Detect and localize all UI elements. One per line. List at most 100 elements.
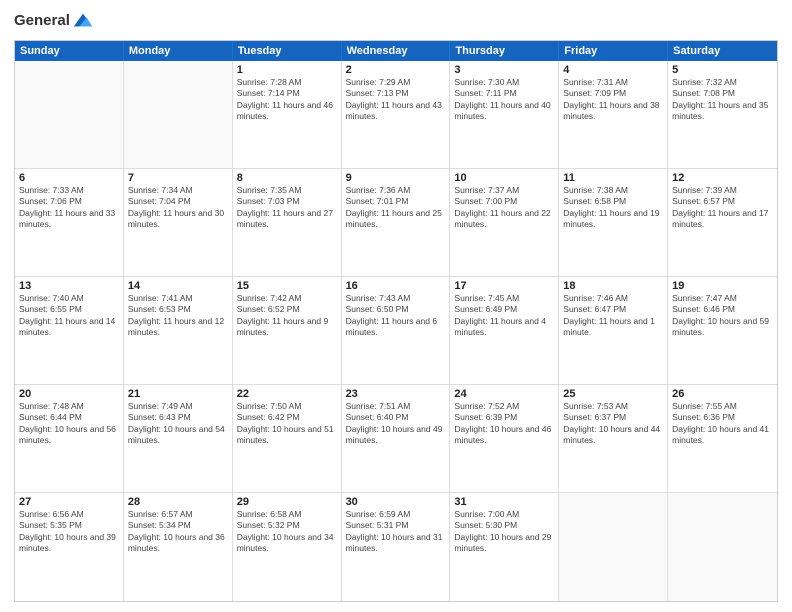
day-cell-7: 7Sunrise: 7:34 AM Sunset: 7:04 PM Daylig… — [124, 169, 233, 276]
header-day-wednesday: Wednesday — [342, 41, 451, 61]
day-cell-3: 3Sunrise: 7:30 AM Sunset: 7:11 PM Daylig… — [450, 61, 559, 168]
header: General — [14, 10, 778, 32]
cell-info: Sunrise: 7:35 AM Sunset: 7:03 PM Dayligh… — [237, 185, 337, 231]
day-number: 16 — [346, 280, 446, 292]
cell-info: Sunrise: 7:48 AM Sunset: 6:44 PM Dayligh… — [19, 401, 119, 447]
day-number: 24 — [454, 388, 554, 400]
day-number: 17 — [454, 280, 554, 292]
day-number: 22 — [237, 388, 337, 400]
calendar-header: SundayMondayTuesdayWednesdayThursdayFrid… — [15, 41, 777, 61]
cell-info: Sunrise: 7:45 AM Sunset: 6:49 PM Dayligh… — [454, 293, 554, 339]
logo-icon — [72, 10, 94, 32]
day-number: 6 — [19, 172, 119, 184]
day-number: 15 — [237, 280, 337, 292]
day-cell-27: 27Sunrise: 6:56 AM Sunset: 5:35 PM Dayli… — [15, 493, 124, 601]
day-number: 20 — [19, 388, 119, 400]
cell-info: Sunrise: 7:50 AM Sunset: 6:42 PM Dayligh… — [237, 401, 337, 447]
day-cell-11: 11Sunrise: 7:38 AM Sunset: 6:58 PM Dayli… — [559, 169, 668, 276]
day-cell-4: 4Sunrise: 7:31 AM Sunset: 7:09 PM Daylig… — [559, 61, 668, 168]
day-cell-15: 15Sunrise: 7:42 AM Sunset: 6:52 PM Dayli… — [233, 277, 342, 384]
cell-info: Sunrise: 7:49 AM Sunset: 6:43 PM Dayligh… — [128, 401, 228, 447]
day-cell-31: 31Sunrise: 7:00 AM Sunset: 5:30 PM Dayli… — [450, 493, 559, 601]
cell-info: Sunrise: 6:59 AM Sunset: 5:31 PM Dayligh… — [346, 509, 446, 555]
day-number: 14 — [128, 280, 228, 292]
day-cell-18: 18Sunrise: 7:46 AM Sunset: 6:47 PM Dayli… — [559, 277, 668, 384]
day-number: 4 — [563, 64, 663, 76]
day-number: 3 — [454, 64, 554, 76]
cell-info: Sunrise: 7:55 AM Sunset: 6:36 PM Dayligh… — [672, 401, 773, 447]
cell-info: Sunrise: 7:46 AM Sunset: 6:47 PM Dayligh… — [563, 293, 663, 339]
day-number: 18 — [563, 280, 663, 292]
day-cell-29: 29Sunrise: 6:58 AM Sunset: 5:32 PM Dayli… — [233, 493, 342, 601]
day-number: 11 — [563, 172, 663, 184]
day-number: 30 — [346, 496, 446, 508]
day-cell-6: 6Sunrise: 7:33 AM Sunset: 7:06 PM Daylig… — [15, 169, 124, 276]
cell-info: Sunrise: 7:31 AM Sunset: 7:09 PM Dayligh… — [563, 77, 663, 123]
day-cell-28: 28Sunrise: 6:57 AM Sunset: 5:34 PM Dayli… — [124, 493, 233, 601]
day-cell-30: 30Sunrise: 6:59 AM Sunset: 5:31 PM Dayli… — [342, 493, 451, 601]
day-number: 21 — [128, 388, 228, 400]
cell-info: Sunrise: 6:58 AM Sunset: 5:32 PM Dayligh… — [237, 509, 337, 555]
week-row-2: 6Sunrise: 7:33 AM Sunset: 7:06 PM Daylig… — [15, 169, 777, 277]
cell-info: Sunrise: 7:41 AM Sunset: 6:53 PM Dayligh… — [128, 293, 228, 339]
day-cell-2: 2Sunrise: 7:29 AM Sunset: 7:13 PM Daylig… — [342, 61, 451, 168]
day-number: 28 — [128, 496, 228, 508]
cell-info: Sunrise: 7:36 AM Sunset: 7:01 PM Dayligh… — [346, 185, 446, 231]
cell-info: Sunrise: 7:32 AM Sunset: 7:08 PM Dayligh… — [672, 77, 773, 123]
empty-cell — [124, 61, 233, 168]
cell-info: Sunrise: 7:28 AM Sunset: 7:14 PM Dayligh… — [237, 77, 337, 123]
day-cell-20: 20Sunrise: 7:48 AM Sunset: 6:44 PM Dayli… — [15, 385, 124, 492]
day-cell-24: 24Sunrise: 7:52 AM Sunset: 6:39 PM Dayli… — [450, 385, 559, 492]
cell-info: Sunrise: 7:47 AM Sunset: 6:46 PM Dayligh… — [672, 293, 773, 339]
day-number: 13 — [19, 280, 119, 292]
day-number: 31 — [454, 496, 554, 508]
day-cell-21: 21Sunrise: 7:49 AM Sunset: 6:43 PM Dayli… — [124, 385, 233, 492]
day-cell-10: 10Sunrise: 7:37 AM Sunset: 7:00 PM Dayli… — [450, 169, 559, 276]
day-number: 8 — [237, 172, 337, 184]
cell-info: Sunrise: 7:40 AM Sunset: 6:55 PM Dayligh… — [19, 293, 119, 339]
day-cell-23: 23Sunrise: 7:51 AM Sunset: 6:40 PM Dayli… — [342, 385, 451, 492]
cell-info: Sunrise: 7:51 AM Sunset: 6:40 PM Dayligh… — [346, 401, 446, 447]
cell-info: Sunrise: 7:42 AM Sunset: 6:52 PM Dayligh… — [237, 293, 337, 339]
day-cell-19: 19Sunrise: 7:47 AM Sunset: 6:46 PM Dayli… — [668, 277, 777, 384]
day-cell-14: 14Sunrise: 7:41 AM Sunset: 6:53 PM Dayli… — [124, 277, 233, 384]
cell-info: Sunrise: 7:00 AM Sunset: 5:30 PM Dayligh… — [454, 509, 554, 555]
calendar: SundayMondayTuesdayWednesdayThursdayFrid… — [14, 40, 778, 602]
day-cell-12: 12Sunrise: 7:39 AM Sunset: 6:57 PM Dayli… — [668, 169, 777, 276]
day-number: 29 — [237, 496, 337, 508]
header-day-friday: Friday — [559, 41, 668, 61]
day-cell-26: 26Sunrise: 7:55 AM Sunset: 6:36 PM Dayli… — [668, 385, 777, 492]
cell-info: Sunrise: 7:38 AM Sunset: 6:58 PM Dayligh… — [563, 185, 663, 231]
empty-cell — [15, 61, 124, 168]
cell-info: Sunrise: 7:53 AM Sunset: 6:37 PM Dayligh… — [563, 401, 663, 447]
page: General SundayMondayTuesdayWednesdayThur… — [0, 0, 792, 612]
calendar-body: 1Sunrise: 7:28 AM Sunset: 7:14 PM Daylig… — [15, 61, 777, 601]
logo: General — [14, 10, 94, 32]
cell-info: Sunrise: 7:43 AM Sunset: 6:50 PM Dayligh… — [346, 293, 446, 339]
header-day-tuesday: Tuesday — [233, 41, 342, 61]
week-row-3: 13Sunrise: 7:40 AM Sunset: 6:55 PM Dayli… — [15, 277, 777, 385]
week-row-5: 27Sunrise: 6:56 AM Sunset: 5:35 PM Dayli… — [15, 493, 777, 601]
day-number: 5 — [672, 64, 773, 76]
cell-info: Sunrise: 7:30 AM Sunset: 7:11 PM Dayligh… — [454, 77, 554, 123]
day-number: 27 — [19, 496, 119, 508]
cell-info: Sunrise: 6:57 AM Sunset: 5:34 PM Dayligh… — [128, 509, 228, 555]
day-cell-16: 16Sunrise: 7:43 AM Sunset: 6:50 PM Dayli… — [342, 277, 451, 384]
cell-info: Sunrise: 7:52 AM Sunset: 6:39 PM Dayligh… — [454, 401, 554, 447]
day-cell-9: 9Sunrise: 7:36 AM Sunset: 7:01 PM Daylig… — [342, 169, 451, 276]
day-number: 10 — [454, 172, 554, 184]
cell-info: Sunrise: 7:34 AM Sunset: 7:04 PM Dayligh… — [128, 185, 228, 231]
cell-info: Sunrise: 7:33 AM Sunset: 7:06 PM Dayligh… — [19, 185, 119, 231]
day-cell-25: 25Sunrise: 7:53 AM Sunset: 6:37 PM Dayli… — [559, 385, 668, 492]
empty-cell — [668, 493, 777, 601]
day-cell-5: 5Sunrise: 7:32 AM Sunset: 7:08 PM Daylig… — [668, 61, 777, 168]
day-number: 12 — [672, 172, 773, 184]
cell-info: Sunrise: 7:39 AM Sunset: 6:57 PM Dayligh… — [672, 185, 773, 231]
header-day-monday: Monday — [124, 41, 233, 61]
empty-cell — [559, 493, 668, 601]
day-cell-22: 22Sunrise: 7:50 AM Sunset: 6:42 PM Dayli… — [233, 385, 342, 492]
day-number: 26 — [672, 388, 773, 400]
logo-text: General — [14, 12, 70, 30]
day-cell-17: 17Sunrise: 7:45 AM Sunset: 6:49 PM Dayli… — [450, 277, 559, 384]
day-cell-13: 13Sunrise: 7:40 AM Sunset: 6:55 PM Dayli… — [15, 277, 124, 384]
